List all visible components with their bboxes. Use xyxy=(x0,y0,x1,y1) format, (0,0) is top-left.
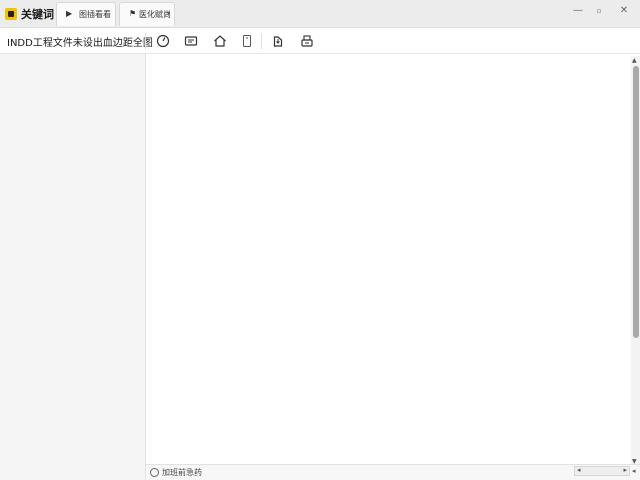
toolbar-divider xyxy=(261,33,262,49)
close-button[interactable]: ✕ xyxy=(617,5,631,16)
vertical-scrollbar[interactable]: ▲ ▼ xyxy=(631,56,640,466)
status-text: 加班前急药 xyxy=(162,468,202,477)
toolbar: INDD工程文件未设出血边距全图 xyxy=(0,28,640,54)
phone-icon[interactable] xyxy=(240,34,254,48)
gauge-icon[interactable] xyxy=(156,34,170,48)
status-bar: 加班前急药 xyxy=(146,464,640,480)
export-icon[interactable] xyxy=(271,34,285,48)
horizontal-scrollbar[interactable]: ◂ ▸ xyxy=(574,466,630,476)
zoom-arrow-icon[interactable]: ◂ xyxy=(632,467,640,475)
app-title: 关键词 xyxy=(21,8,54,21)
tab-settings[interactable]: ⚑ 医化赋尚 ▾ xyxy=(119,2,175,26)
tab-label: 图插看看 xyxy=(79,10,111,19)
app-window: 关键词 ▶ 图插看看 ⚑ 医化赋尚 ▾ — ▫ ✕ INDD工程文件未设出血边距… xyxy=(0,0,640,480)
scrollbar-thumb[interactable] xyxy=(633,66,639,338)
scroll-right-icon[interactable]: ▸ xyxy=(623,466,627,474)
restore-button[interactable]: ▫ xyxy=(592,7,606,15)
minimize-button[interactable]: — xyxy=(571,5,585,16)
tab-view[interactable]: ▶ 图插看看 xyxy=(56,2,116,26)
chevron-down-icon[interactable]: ▾ xyxy=(167,10,170,17)
title-bar: 关键词 ▶ 图插看看 ⚑ 医化赋尚 ▾ — ▫ ✕ xyxy=(0,0,640,28)
toolbar-divider xyxy=(145,33,146,49)
app-logo-icon xyxy=(5,8,17,20)
home-icon[interactable] xyxy=(213,34,227,48)
document-title: INDD工程文件未设出血边距全图 xyxy=(7,38,153,49)
play-icon: ▶ xyxy=(66,9,73,18)
document-canvas[interactable] xyxy=(147,54,631,464)
flag-icon: ⚑ xyxy=(129,9,137,18)
scroll-up-icon[interactable]: ▲ xyxy=(632,57,637,64)
printer-icon[interactable] xyxy=(300,34,314,48)
status-icon xyxy=(150,468,159,477)
sidebar-panel xyxy=(0,54,146,480)
card-icon[interactable] xyxy=(184,34,198,48)
scroll-left-icon[interactable]: ◂ xyxy=(577,466,581,474)
